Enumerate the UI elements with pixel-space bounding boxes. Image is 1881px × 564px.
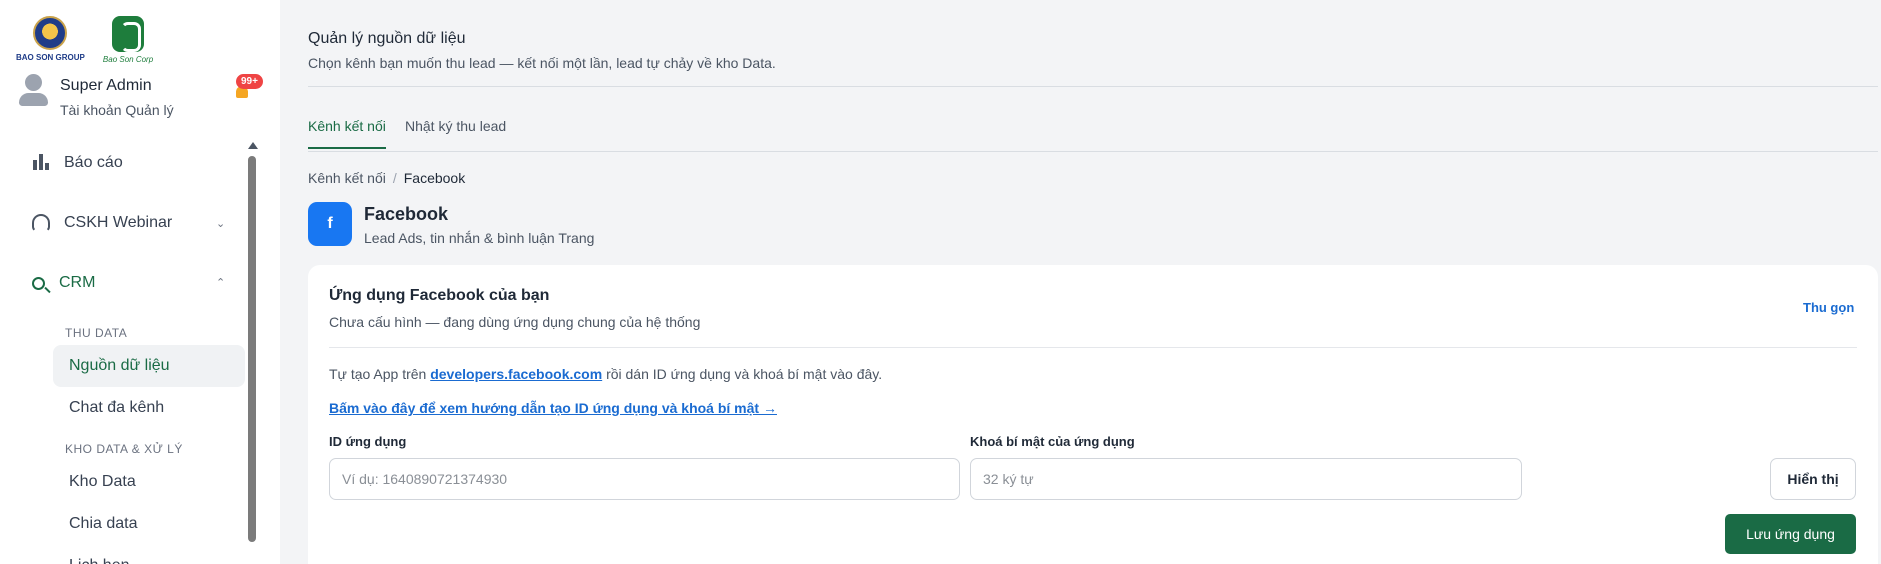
app-id-label: ID ứng dụng [329, 434, 407, 449]
show-secret-button[interactable]: Hiển thị [1770, 458, 1856, 500]
sidebar-item-label: CSKH Webinar [64, 214, 173, 231]
tabs: Kênh kết nối Nhật ký thu lead [308, 118, 1878, 152]
sidebar-item-reports[interactable]: Báo cáo [32, 154, 232, 172]
avatar-icon [18, 72, 48, 108]
brand-logos: BAO SON GROUP Bao Son Corp [16, 16, 153, 64]
app-id-input[interactable] [329, 458, 960, 500]
search-user-icon [32, 276, 45, 290]
user-profile[interactable]: Super Admin Tài khoản Quản lý [18, 72, 174, 118]
facebook-app-card: Ứng dụng Facebook của bạn Chưa cấu hình … [308, 265, 1878, 564]
divider [329, 347, 1857, 348]
page-title: Quản lý nguồn dữ liệu [308, 30, 466, 47]
notification-badge: 99+ [236, 74, 263, 89]
breadcrumb-separator: / [392, 170, 397, 186]
sidebar-item-kho-data[interactable]: Kho Data [53, 461, 245, 503]
user-role: Tài khoản Quản lý [60, 102, 174, 118]
card-title: Ứng dụng Facebook của bạn [329, 287, 550, 304]
headset-icon [32, 214, 50, 232]
chevron-up-icon: ⌃ [216, 277, 226, 289]
sidebar-item-chat-da-kenh[interactable]: Chat đa kênh [53, 387, 245, 429]
developers-facebook-link[interactable]: developers.facebook.com [430, 366, 602, 382]
bao-son-corp-logo-text: Bao Son Corp [102, 55, 154, 64]
bar-chart-icon [32, 154, 50, 172]
facebook-icon: f [308, 202, 352, 246]
bao-son-corp-logo: Bao Son Corp [103, 16, 153, 64]
section-label-thu-data: THU DATA [65, 326, 128, 340]
scrollbar-thumb[interactable] [248, 156, 256, 542]
instruction-text: Tự tạo App trên developers.facebook.com … [329, 366, 882, 382]
main-content: Quản lý nguồn dữ liệu Chọn kênh bạn muốn… [308, 0, 1881, 564]
instruction-prefix: Tự tạo App trên [329, 366, 427, 382]
channel-name: Facebook [364, 204, 449, 224]
guide-link[interactable]: Bấm vào đây để xem hướng dẫn tạo ID ứng … [329, 400, 777, 416]
scroll-up-arrow-icon[interactable] [248, 142, 258, 149]
page-subtitle: Chọn kênh bạn muốn thu lead — kết nối mộ… [308, 55, 776, 71]
chevron-down-icon: ⌄ [216, 217, 226, 230]
channel-description: Lead Ads, tin nhắn & bình luận Trang [364, 230, 595, 246]
secret-input[interactable] [970, 458, 1522, 500]
bao-son-corp-emblem-icon [112, 16, 145, 52]
section-label-kho-data: KHO DATA & XỬ LÝ [65, 442, 183, 456]
card-subtitle: Chưa cấu hình — đang dùng ứng dụng chung… [329, 314, 701, 330]
sidebar-item-label: CRM [59, 274, 96, 291]
divider [308, 86, 1878, 87]
sidebar-item-nguon-du-lieu[interactable]: Nguồn dữ liệu [53, 345, 245, 387]
collapse-button[interactable]: Thu gọn [1803, 300, 1854, 315]
bao-son-group-logo: BAO SON GROUP [16, 16, 85, 62]
instruction-suffix: rồi dán ID ứng dụng và khoá bí mật vào đ… [606, 366, 883, 382]
sidebar: BAO SON GROUP Bao Son Corp Super Admin T… [0, 0, 280, 564]
sidebar-item-label: Báo cáo [64, 154, 123, 171]
sidebar-item-lich-hen[interactable]: Lịch hẹn [53, 545, 245, 564]
breadcrumb: Kênh kết nối / Facebook [308, 170, 465, 186]
breadcrumb-current: Facebook [403, 170, 466, 186]
user-name: Super Admin [60, 77, 152, 94]
save-app-button[interactable]: Lưu ứng dụng [1725, 514, 1856, 554]
sidebar-scrollbar[interactable] [246, 140, 258, 564]
tab-nhat-ky-thu-lead[interactable]: Nhật ký thu lead [405, 118, 506, 147]
sidebar-item-cskh-webinar[interactable]: CSKH Webinar ⌄ [32, 214, 232, 232]
tab-kenh-ket-noi[interactable]: Kênh kết nối [308, 118, 386, 149]
bao-son-group-emblem-icon [33, 16, 68, 50]
sidebar-item-chia-data[interactable]: Chia data [53, 503, 245, 545]
secret-label: Khoá bí mật của ứng dụng [970, 434, 1135, 449]
bao-son-group-logo-text: BAO SON GROUP [16, 53, 85, 62]
sidebar-item-crm[interactable]: CRM ⌃ [32, 274, 232, 292]
breadcrumb-parent[interactable]: Kênh kết nối [308, 170, 386, 186]
